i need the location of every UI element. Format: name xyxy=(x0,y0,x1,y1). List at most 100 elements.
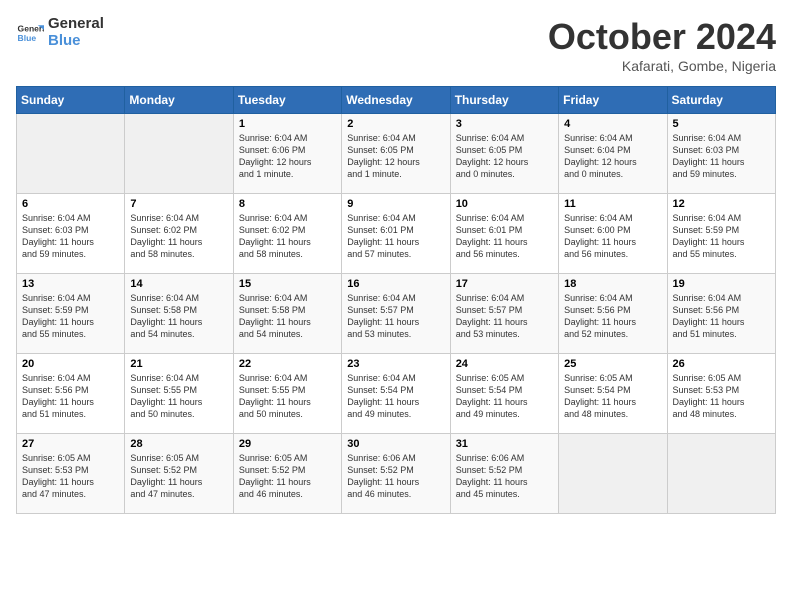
calendar-cell: 28 Sunrise: 6:05 AM Sunset: 5:52 PM Dayli… xyxy=(125,434,233,514)
day-number: 1 xyxy=(239,118,336,130)
day-info: Sunrise: 6:04 AM Sunset: 5:55 PM Dayligh… xyxy=(130,372,227,421)
week-row-1: 1 Sunrise: 6:04 AM Sunset: 6:06 PM Daylig… xyxy=(17,114,776,194)
calendar-cell: 26 Sunrise: 6:05 AM Sunset: 5:53 PM Dayli… xyxy=(667,354,775,434)
calendar-cell xyxy=(559,434,667,514)
calendar-cell: 16 Sunrise: 6:04 AM Sunset: 5:57 PM Dayli… xyxy=(342,274,450,354)
svg-text:General: General xyxy=(18,23,44,33)
logo-line2: Blue xyxy=(48,33,104,50)
day-number: 29 xyxy=(239,438,336,450)
week-row-3: 13 Sunrise: 6:04 AM Sunset: 5:59 PM Dayli… xyxy=(17,274,776,354)
day-number: 11 xyxy=(564,198,661,210)
weekday-header-row: SundayMondayTuesdayWednesdayThursdayFrid… xyxy=(17,87,776,114)
day-number: 23 xyxy=(347,358,444,370)
day-number: 30 xyxy=(347,438,444,450)
week-row-2: 6 Sunrise: 6:04 AM Sunset: 6:03 PM Daylig… xyxy=(17,194,776,274)
week-row-5: 27Sunrise: 6:05 AM Sunset: 5:53 PM Dayli… xyxy=(17,434,776,514)
weekday-header-sunday: Sunday xyxy=(17,87,125,114)
calendar-cell: 7 Sunrise: 6:04 AM Sunset: 6:02 PM Daylig… xyxy=(125,194,233,274)
day-info: Sunrise: 6:05 AM Sunset: 5:54 PM Dayligh… xyxy=(456,372,553,421)
calendar-cell: 1 Sunrise: 6:04 AM Sunset: 6:06 PM Daylig… xyxy=(233,114,341,194)
calendar-cell xyxy=(667,434,775,514)
calendar-cell: 24 Sunrise: 6:05 AM Sunset: 5:54 PM Dayli… xyxy=(450,354,558,434)
week-row-4: 20Sunrise: 6:04 AM Sunset: 5:56 PM Dayli… xyxy=(17,354,776,434)
day-info: Sunrise: 6:04 AM Sunset: 5:57 PM Dayligh… xyxy=(456,292,553,341)
day-number: 22 xyxy=(239,358,336,370)
calendar-cell: 25 Sunrise: 6:05 AM Sunset: 5:54 PM Dayli… xyxy=(559,354,667,434)
calendar-cell: 17Sunrise: 6:04 AM Sunset: 5:57 PM Dayli… xyxy=(450,274,558,354)
day-info: Sunrise: 6:04 AM Sunset: 6:02 PM Dayligh… xyxy=(130,212,227,261)
day-info: Sunrise: 6:04 AM Sunset: 5:59 PM Dayligh… xyxy=(673,212,770,261)
calendar-cell: 5Sunrise: 6:04 AM Sunset: 6:03 PM Daylig… xyxy=(667,114,775,194)
day-number: 12 xyxy=(673,198,770,210)
calendar-cell xyxy=(125,114,233,194)
day-number: 7 xyxy=(130,198,227,210)
day-info: Sunrise: 6:04 AM Sunset: 6:01 PM Dayligh… xyxy=(456,212,553,261)
calendar-cell: 8 Sunrise: 6:04 AM Sunset: 6:02 PM Daylig… xyxy=(233,194,341,274)
calendar-cell: 14 Sunrise: 6:04 AM Sunset: 5:58 PM Dayli… xyxy=(125,274,233,354)
day-info: Sunrise: 6:04 AM Sunset: 6:02 PM Dayligh… xyxy=(239,212,336,261)
calendar-cell: 3Sunrise: 6:04 AM Sunset: 6:05 PM Daylig… xyxy=(450,114,558,194)
page-header: General Blue General Blue October 2024 K… xyxy=(16,16,776,74)
day-number: 19 xyxy=(673,278,770,290)
day-info: Sunrise: 6:04 AM Sunset: 5:57 PM Dayligh… xyxy=(347,292,444,341)
day-info: Sunrise: 6:04 AM Sunset: 6:03 PM Dayligh… xyxy=(673,132,770,181)
day-number: 10 xyxy=(456,198,553,210)
day-info: Sunrise: 6:04 AM Sunset: 6:00 PM Dayligh… xyxy=(564,212,661,261)
day-number: 20 xyxy=(22,358,119,370)
calendar-cell: 15Sunrise: 6:04 AM Sunset: 5:58 PM Dayli… xyxy=(233,274,341,354)
day-number: 3 xyxy=(456,118,553,130)
day-number: 2 xyxy=(347,118,444,130)
day-info: Sunrise: 6:05 AM Sunset: 5:52 PM Dayligh… xyxy=(239,452,336,501)
weekday-header-monday: Monday xyxy=(125,87,233,114)
svg-text:Blue: Blue xyxy=(18,32,37,42)
calendar-cell: 6 Sunrise: 6:04 AM Sunset: 6:03 PM Daylig… xyxy=(17,194,125,274)
day-number: 26 xyxy=(673,358,770,370)
day-info: Sunrise: 6:04 AM Sunset: 5:59 PM Dayligh… xyxy=(22,292,119,341)
day-info: Sunrise: 6:04 AM Sunset: 5:58 PM Dayligh… xyxy=(239,292,336,341)
day-info: Sunrise: 6:05 AM Sunset: 5:52 PM Dayligh… xyxy=(130,452,227,501)
weekday-header-wednesday: Wednesday xyxy=(342,87,450,114)
logo-line1: General xyxy=(48,16,104,33)
calendar-cell: 18Sunrise: 6:04 AM Sunset: 5:56 PM Dayli… xyxy=(559,274,667,354)
day-info: Sunrise: 6:04 AM Sunset: 5:54 PM Dayligh… xyxy=(347,372,444,421)
day-number: 24 xyxy=(456,358,553,370)
title-block: October 2024 Kafarati, Gombe, Nigeria xyxy=(548,16,776,74)
weekday-header-tuesday: Tuesday xyxy=(233,87,341,114)
logo: General Blue General Blue xyxy=(16,16,104,49)
calendar-cell: 13 Sunrise: 6:04 AM Sunset: 5:59 PM Dayli… xyxy=(17,274,125,354)
day-info: Sunrise: 6:05 AM Sunset: 5:54 PM Dayligh… xyxy=(564,372,661,421)
day-number: 13 xyxy=(22,278,119,290)
day-info: Sunrise: 6:04 AM Sunset: 6:03 PM Dayligh… xyxy=(22,212,119,261)
day-info: Sunrise: 6:04 AM Sunset: 6:05 PM Dayligh… xyxy=(347,132,444,181)
day-info: Sunrise: 6:05 AM Sunset: 5:53 PM Dayligh… xyxy=(22,452,119,501)
day-info: Sunrise: 6:04 AM Sunset: 5:56 PM Dayligh… xyxy=(673,292,770,341)
day-info: Sunrise: 6:06 AM Sunset: 5:52 PM Dayligh… xyxy=(347,452,444,501)
day-number: 31 xyxy=(456,438,553,450)
day-number: 16 xyxy=(347,278,444,290)
location: Kafarati, Gombe, Nigeria xyxy=(548,58,776,74)
day-info: Sunrise: 6:04 AM Sunset: 6:06 PM Dayligh… xyxy=(239,132,336,181)
calendar-cell: 29 Sunrise: 6:05 AM Sunset: 5:52 PM Dayli… xyxy=(233,434,341,514)
calendar-cell: 9Sunrise: 6:04 AM Sunset: 6:01 PM Daylig… xyxy=(342,194,450,274)
day-number: 21 xyxy=(130,358,227,370)
day-number: 18 xyxy=(564,278,661,290)
day-info: Sunrise: 6:05 AM Sunset: 5:53 PM Dayligh… xyxy=(673,372,770,421)
calendar-cell: 27Sunrise: 6:05 AM Sunset: 5:53 PM Dayli… xyxy=(17,434,125,514)
logo-icon: General Blue xyxy=(16,19,44,47)
calendar-cell: 10 Sunrise: 6:04 AM Sunset: 6:01 PM Dayli… xyxy=(450,194,558,274)
month-title: October 2024 xyxy=(548,16,776,58)
day-number: 28 xyxy=(130,438,227,450)
calendar-cell: 31 Sunrise: 6:06 AM Sunset: 5:52 PM Dayli… xyxy=(450,434,558,514)
day-number: 25 xyxy=(564,358,661,370)
day-info: Sunrise: 6:06 AM Sunset: 5:52 PM Dayligh… xyxy=(456,452,553,501)
calendar-cell: 22Sunrise: 6:04 AM Sunset: 5:55 PM Dayli… xyxy=(233,354,341,434)
day-number: 6 xyxy=(22,198,119,210)
day-number: 14 xyxy=(130,278,227,290)
calendar-cell: 11 Sunrise: 6:04 AM Sunset: 6:00 PM Dayli… xyxy=(559,194,667,274)
weekday-header-saturday: Saturday xyxy=(667,87,775,114)
calendar-cell: 23 Sunrise: 6:04 AM Sunset: 5:54 PM Dayli… xyxy=(342,354,450,434)
day-info: Sunrise: 6:04 AM Sunset: 6:01 PM Dayligh… xyxy=(347,212,444,261)
calendar-cell: 4Sunrise: 6:04 AM Sunset: 6:04 PM Daylig… xyxy=(559,114,667,194)
day-info: Sunrise: 6:04 AM Sunset: 5:58 PM Dayligh… xyxy=(130,292,227,341)
day-number: 8 xyxy=(239,198,336,210)
